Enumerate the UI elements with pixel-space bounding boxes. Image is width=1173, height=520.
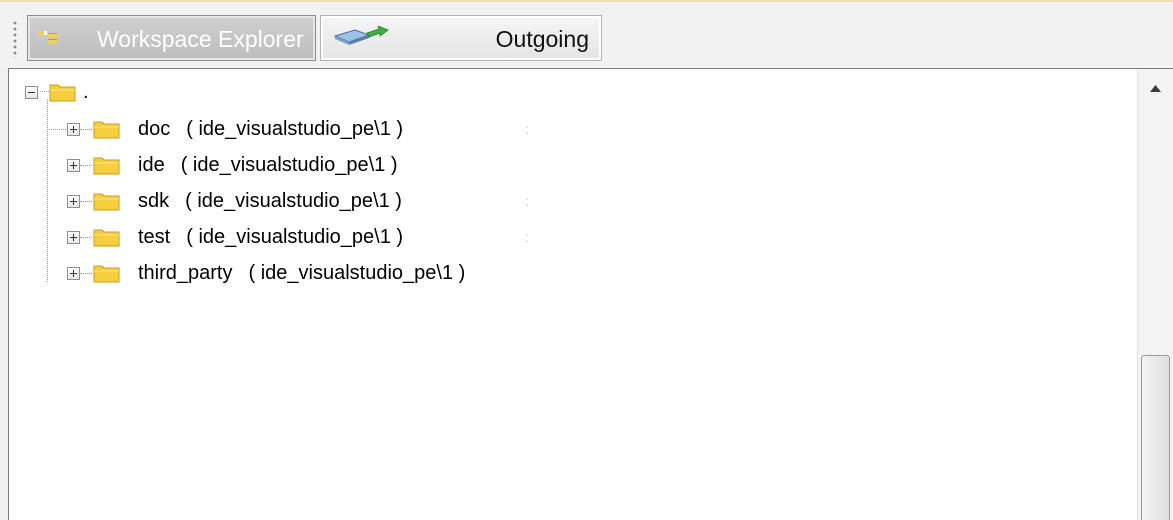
tree-root-node[interactable]: . — [25, 77, 425, 107]
arrow-up-icon — [1150, 85, 1161, 92]
folder-name: third_party — [138, 262, 233, 284]
tab-strip: Workspace Explorer Outgoing — [0, 0, 1173, 68]
workspace-window: Workspace Explorer Outgoing . doc (ide_… — [0, 0, 1173, 520]
workspace-explorer-icon — [38, 29, 70, 52]
folder-name: sdk — [138, 190, 170, 212]
scroll-up-button[interactable] — [1138, 69, 1173, 109]
tree-root-label: . — [83, 81, 89, 103]
outgoing-changes-icon — [333, 25, 391, 53]
folder-icon — [93, 121, 120, 139]
collapse-toggle[interactable] — [25, 86, 38, 99]
column-divider-mark: : — [525, 193, 529, 209]
workspace-name: ( ide_visualstudio_pe\1 ) — [180, 154, 398, 176]
scroll-thumb[interactable] — [1141, 355, 1170, 520]
workspace-name: ( ide_visualstudio_pe\1 ) — [248, 262, 466, 284]
workspace-tree: . doc ( ide_visualstudio_pe\1 ) ide (ide… — [9, 69, 1129, 520]
vertical-scrollbar[interactable] — [1137, 69, 1173, 520]
tab-outgoing[interactable]: Outgoing — [320, 15, 602, 61]
tree-node-label: sdk ( ide_visualstudio_pe\1 ) — [138, 189, 402, 213]
expand-toggle[interactable] — [67, 267, 80, 280]
workspace-tree-panel: . doc ( ide_visualstudio_pe\1 ) ide (ide… — [8, 68, 1173, 520]
workspace-name: ( ide_visualstudio_pe\1 ) — [186, 118, 404, 140]
column-divider-mark: : — [525, 229, 529, 245]
expand-toggle[interactable] — [67, 123, 80, 136]
tree-node-label: doc ( ide_visualstudio_pe\1 ) — [138, 117, 403, 141]
expand-toggle[interactable] — [67, 159, 80, 172]
tree-node-label: third_party ( ide_visualstudio_pe\1 ) — [138, 261, 465, 285]
tab-outgoing-label: Outgoing — [495, 26, 589, 52]
tree-node-sdk[interactable]: sdk ( ide_visualstudio_pe\1 ) — [67, 186, 587, 216]
tree-node-ide[interactable]: ide ( ide_visualstudio_pe\1 ) — [67, 150, 587, 180]
tab-workspace-explorer[interactable]: Workspace Explorer — [27, 15, 316, 61]
tree-connector-line — [47, 99, 48, 282]
tree-node-third-party[interactable]: third_party ( ide_visualstudio_pe\1 ) — [67, 258, 587, 288]
toolbar-grip-handle[interactable] — [13, 20, 17, 58]
workspace-name: ( ide_visualstudio_pe\1 ) — [186, 226, 404, 248]
tab-workspace-explorer-label: Workspace Explorer — [97, 26, 304, 52]
column-divider-mark: : — [525, 121, 529, 137]
folder-name: test — [138, 226, 171, 248]
folder-icon — [93, 157, 120, 175]
expand-toggle[interactable] — [67, 195, 80, 208]
tree-node-doc[interactable]: doc ( ide_visualstudio_pe\1 ) — [47, 114, 587, 144]
folder-name: ide — [138, 154, 165, 176]
workspace-name: ( ide_visualstudio_pe\1 ) — [185, 190, 402, 212]
tree-node-label: test ( ide_visualstudio_pe\1 ) — [138, 225, 403, 249]
tree-node-test[interactable]: test ( ide_visualstudio_pe\1 ) — [67, 222, 587, 252]
folder-open-icon — [49, 84, 76, 102]
folder-icon — [93, 265, 120, 283]
folder-name: doc — [138, 118, 171, 140]
folder-icon — [93, 229, 120, 247]
tree-node-label: ide ( ide_visualstudio_pe\1 ) — [138, 153, 398, 177]
folder-icon — [93, 193, 120, 211]
expand-toggle[interactable] — [67, 231, 80, 244]
